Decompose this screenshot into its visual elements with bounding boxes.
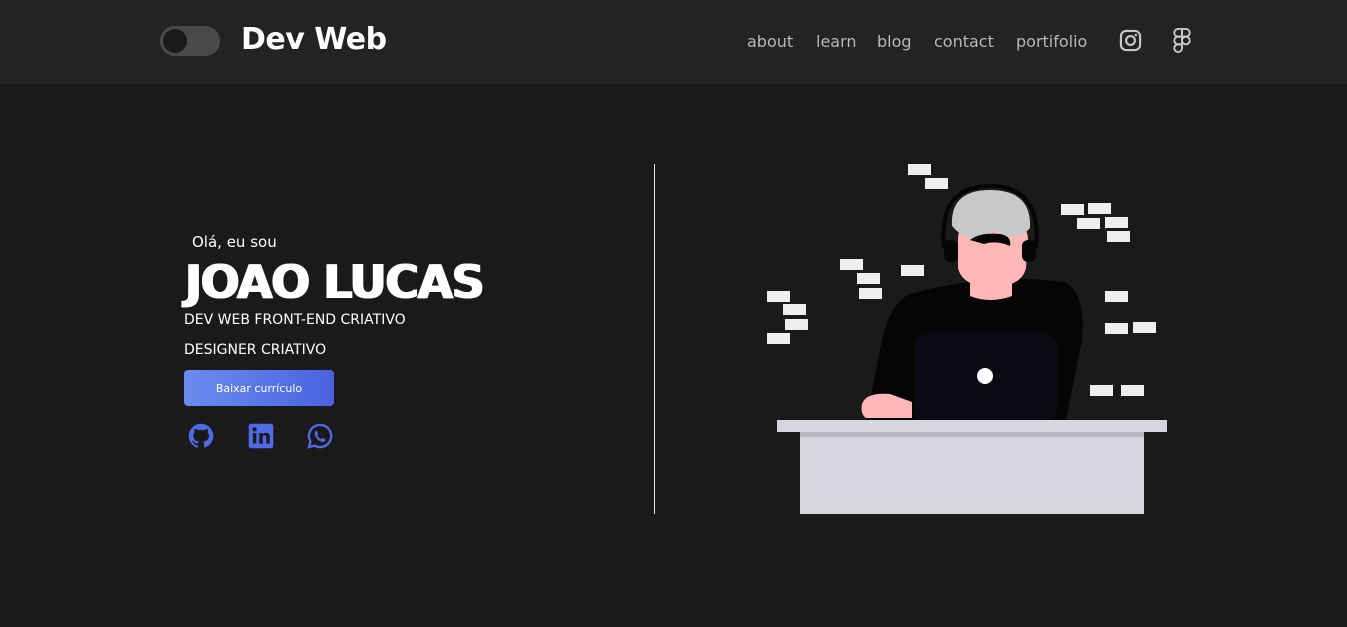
nav-about[interactable]: about [747, 30, 793, 54]
whatsapp-icon[interactable] [306, 422, 334, 450]
developer-illustration [767, 164, 1167, 514]
download-cv-button[interactable]: Baixar currículo [184, 370, 334, 406]
role-dev: DEV WEB FRONT-END CRIATIVO [184, 312, 406, 328]
section-divider [654, 164, 655, 514]
nav-blog[interactable]: blog [877, 30, 912, 54]
nav-portifolio[interactable]: portifolio [1016, 30, 1087, 54]
nav-learn[interactable]: learn [816, 30, 857, 54]
greeting-text: Olá, eu sou [192, 233, 277, 251]
role-designer: DESIGNER CRIATIVO [184, 342, 327, 358]
figma-icon[interactable] [1171, 27, 1193, 54]
nav-contact[interactable]: contact [934, 30, 994, 54]
instagram-icon[interactable] [1119, 29, 1142, 52]
hero-name: JOAO LUCAS [184, 255, 484, 309]
linkedin-icon[interactable] [247, 422, 275, 450]
site-header: Dev Web about learn blog contact portifo… [0, 0, 1347, 84]
main-nav: about learn blog contact portifolio [0, 30, 1347, 54]
github-icon[interactable] [187, 422, 215, 450]
